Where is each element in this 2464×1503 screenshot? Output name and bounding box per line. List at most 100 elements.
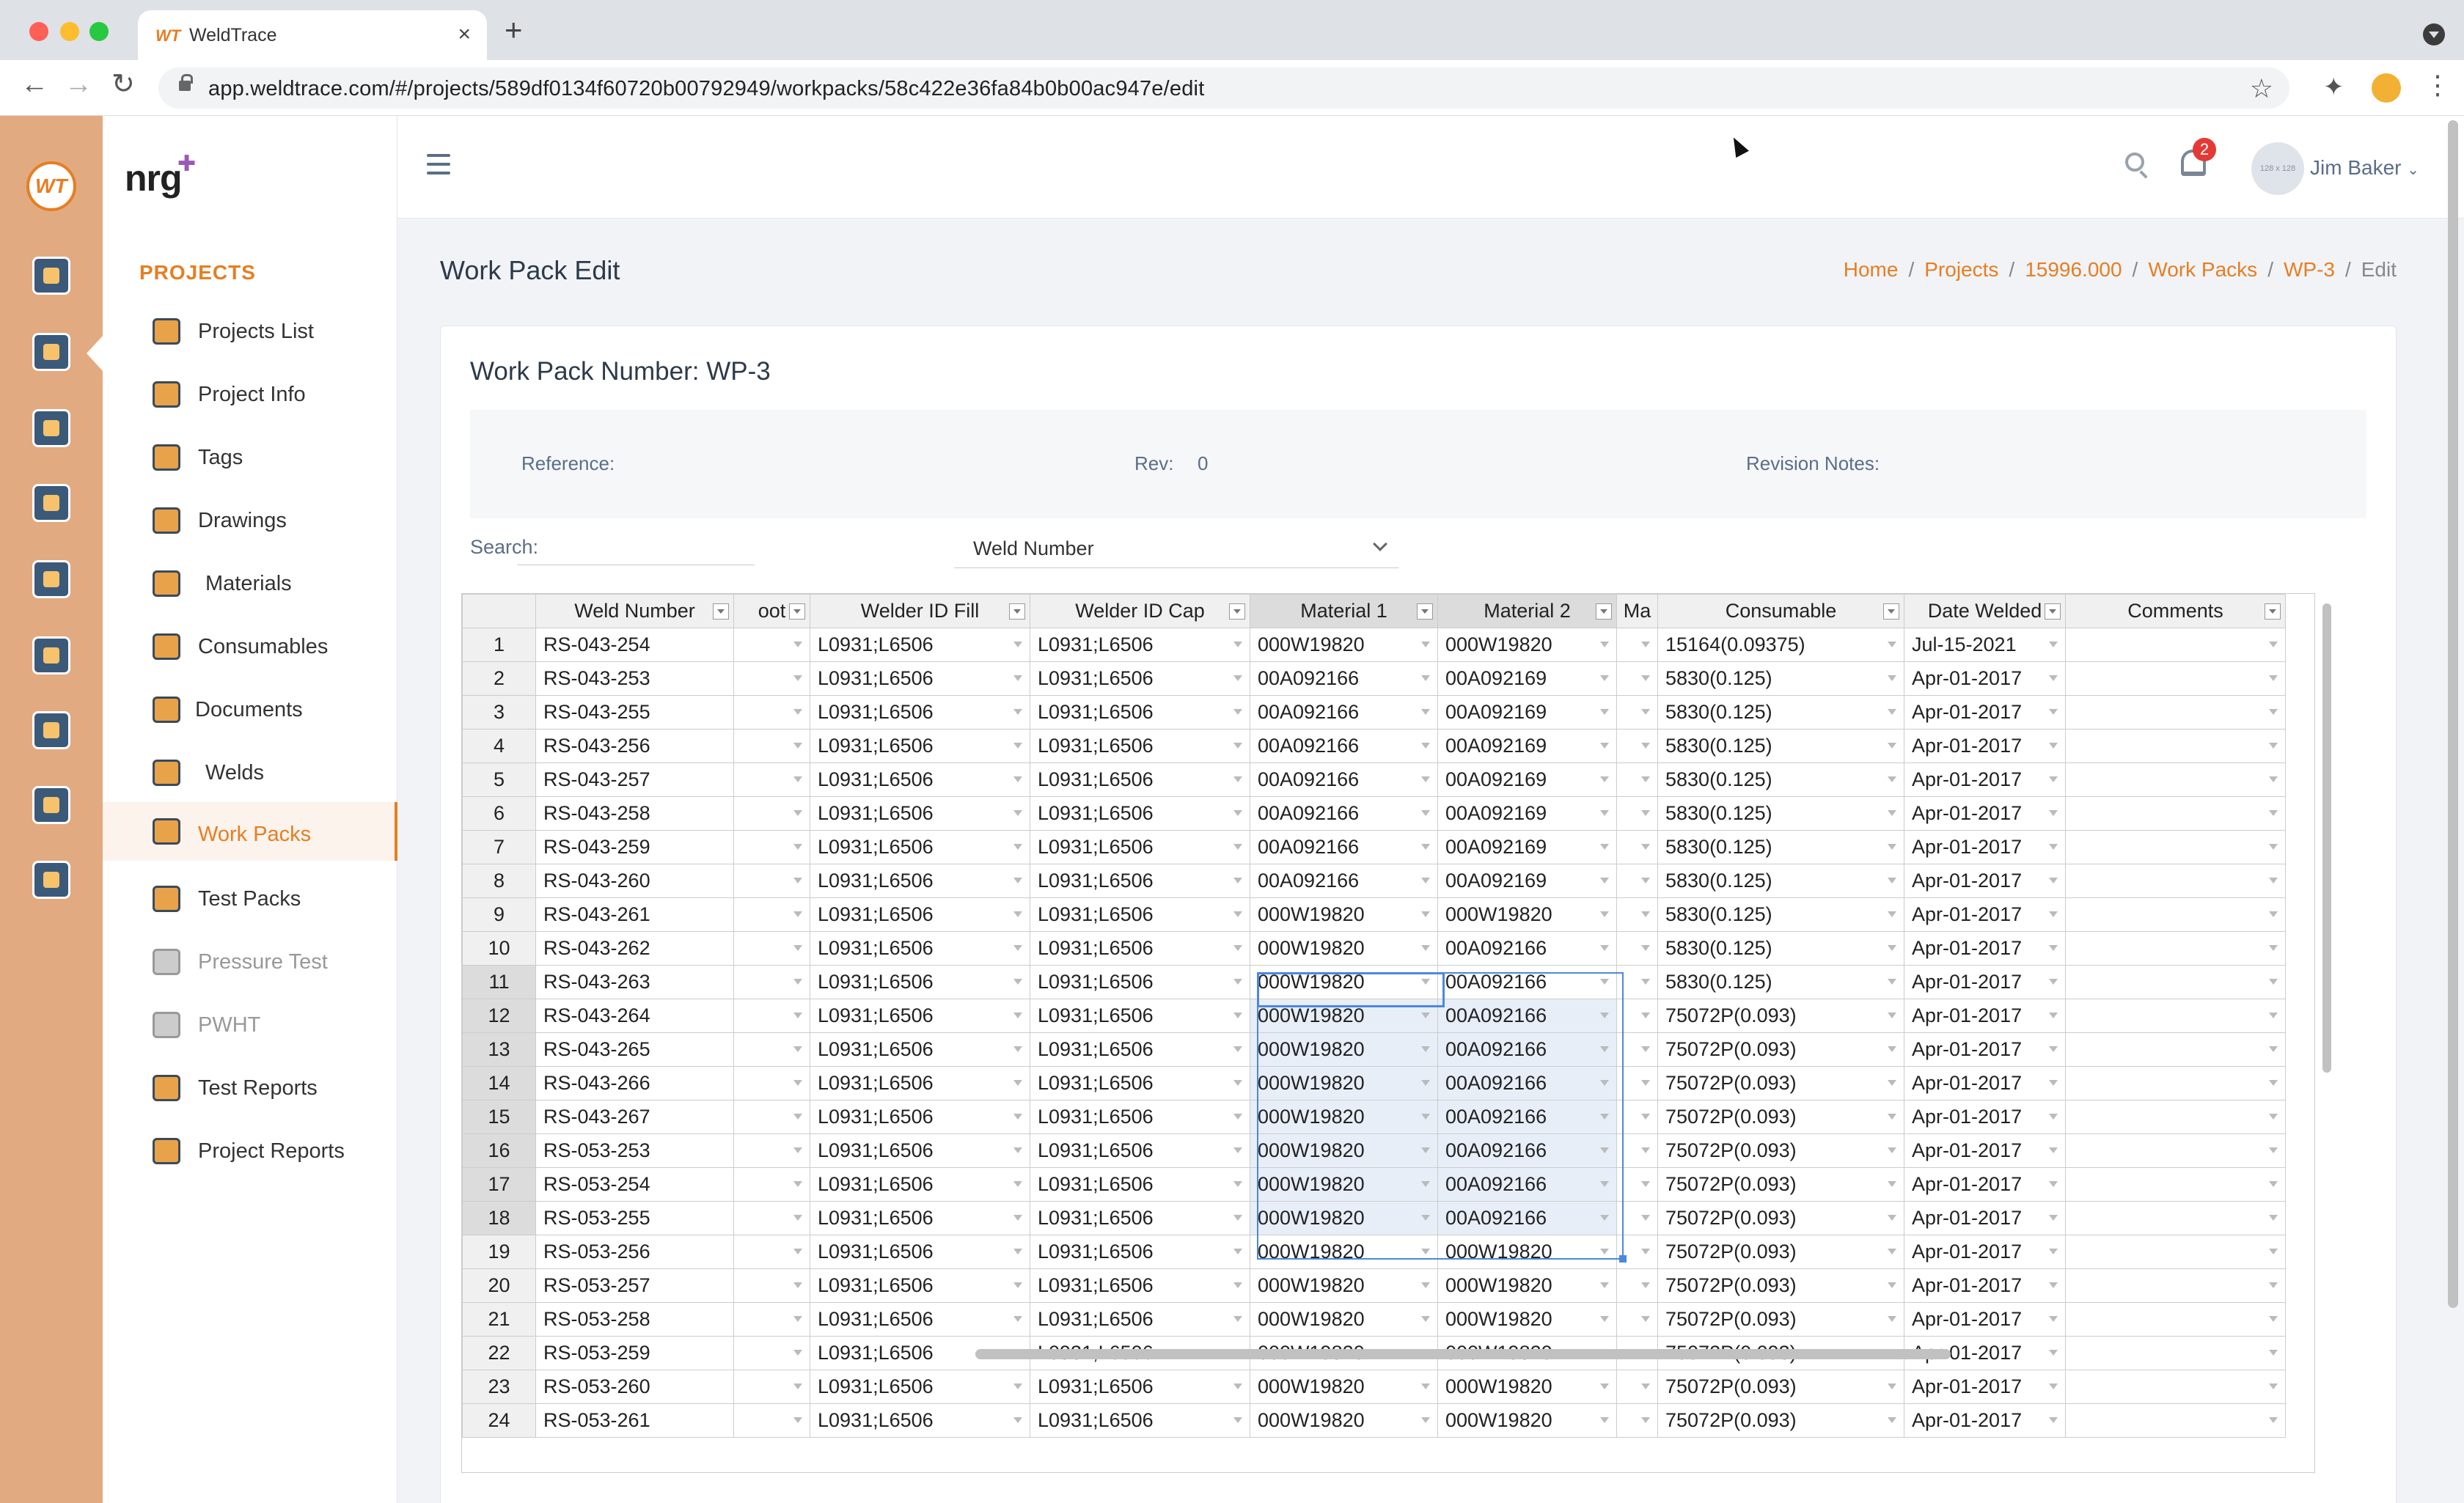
table-cell[interactable]: L0931;L6506: [810, 830, 1030, 864]
certificate-icon[interactable]: [32, 861, 70, 899]
cell-dropdown-icon[interactable]: [1421, 642, 1430, 647]
reload-icon[interactable]: ↻: [111, 70, 135, 98]
cell-dropdown-icon[interactable]: [1013, 675, 1022, 681]
table-cell[interactable]: RS-053-257: [535, 1268, 734, 1303]
cell-dropdown-icon[interactable]: [1888, 776, 1896, 782]
table-cell[interactable]: [1616, 830, 1658, 864]
table-cell[interactable]: Jul-15-2021: [1904, 628, 2066, 662]
cell-dropdown-icon[interactable]: [1641, 1282, 1650, 1288]
address-bar[interactable]: app.weldtrace.com/#/projects/589df0134f6…: [158, 67, 2289, 109]
table-row[interactable]: 19 RS-053-256 L0931;L6506 L0931;L6506 000W19…: [462, 1235, 2286, 1269]
table-row[interactable]: 11 RS-043-263 L0931;L6506 L0931;L6506 000W19…: [462, 965, 2286, 999]
cell-dropdown-icon[interactable]: [1233, 743, 1242, 749]
cell-dropdown-icon[interactable]: [1641, 979, 1650, 985]
table-cell[interactable]: L0931;L6506: [810, 1235, 1030, 1269]
table-cell[interactable]: [1616, 1268, 1658, 1303]
table-cell[interactable]: RS-043-267: [535, 1100, 734, 1134]
cell-dropdown-icon[interactable]: [2269, 1249, 2278, 1254]
table-cell[interactable]: 00A092166: [1437, 1133, 1617, 1168]
cell-dropdown-icon[interactable]: [1421, 1417, 1430, 1423]
table-cell[interactable]: L0931;L6506: [1030, 1100, 1250, 1134]
cell-dropdown-icon[interactable]: [1421, 945, 1430, 951]
cell-dropdown-icon[interactable]: [1013, 878, 1022, 883]
table-cell[interactable]: 5830(0.125): [1657, 965, 1904, 999]
cell-dropdown-icon[interactable]: [1421, 1383, 1430, 1389]
table-cell[interactable]: Apr-01-2017: [1904, 1268, 2066, 1303]
cell-dropdown-icon[interactable]: [2049, 878, 2058, 883]
table-cell[interactable]: [733, 1167, 810, 1202]
table-cell[interactable]: [2065, 1268, 2286, 1303]
table-cell[interactable]: L0931;L6506: [1030, 1370, 1250, 1404]
row-header[interactable]: 14: [462, 1066, 536, 1100]
table-cell[interactable]: [733, 999, 810, 1033]
cell-dropdown-icon[interactable]: [2049, 911, 2058, 917]
cell-dropdown-icon[interactable]: [2269, 1013, 2278, 1018]
column-filter-icon[interactable]: [1417, 603, 1433, 620]
cell-dropdown-icon[interactable]: [1641, 945, 1650, 951]
cell-dropdown-icon[interactable]: [1421, 911, 1430, 917]
table-cell[interactable]: [733, 762, 810, 797]
table-cell[interactable]: 00A092169: [1437, 695, 1617, 730]
table-cell[interactable]: Apr-01-2017: [1904, 931, 2066, 966]
table-cell[interactable]: 000W19820: [1437, 897, 1617, 932]
cell-dropdown-icon[interactable]: [793, 1383, 802, 1389]
cell-dropdown-icon[interactable]: [1013, 743, 1022, 749]
table-cell[interactable]: [2065, 729, 2286, 763]
cell-dropdown-icon[interactable]: [1421, 675, 1430, 681]
table-cell[interactable]: [733, 931, 810, 966]
cell-dropdown-icon[interactable]: [1421, 1080, 1430, 1086]
table-cell[interactable]: L0931;L6506: [1030, 1133, 1250, 1168]
breadcrumb-work-packs[interactable]: Work Packs: [2148, 258, 2257, 281]
cell-dropdown-icon[interactable]: [793, 945, 802, 951]
cell-dropdown-icon[interactable]: [2269, 1383, 2278, 1389]
table-cell[interactable]: L0931;L6506: [810, 1032, 1030, 1067]
table-cell[interactable]: 000W19820: [1437, 628, 1617, 662]
cell-dropdown-icon[interactable]: [2049, 709, 2058, 715]
cell-dropdown-icon[interactable]: [1013, 844, 1022, 850]
table-cell[interactable]: 00A092166: [1250, 796, 1438, 831]
table-cell[interactable]: 75072P(0.093): [1657, 1235, 1904, 1269]
breadcrumb-project[interactable]: 15996.000: [2025, 258, 2122, 281]
cell-dropdown-icon[interactable]: [1888, 709, 1896, 715]
table-cell[interactable]: [733, 1032, 810, 1067]
table-row[interactable]: 15 RS-043-267 L0931;L6506 L0931;L6506 000W19…: [462, 1100, 2286, 1134]
cell-dropdown-icon[interactable]: [1013, 1249, 1022, 1254]
table-cell[interactable]: [2065, 1235, 2286, 1269]
column-filter-icon[interactable]: [713, 603, 729, 620]
table-cell[interactable]: L0931;L6506: [1030, 729, 1250, 763]
table-cell[interactable]: 000W19820: [1250, 1100, 1438, 1134]
cell-dropdown-icon[interactable]: [1421, 810, 1430, 816]
table-cell[interactable]: L0931;L6506: [1030, 1302, 1250, 1337]
cell-dropdown-icon[interactable]: [2269, 743, 2278, 749]
cell-dropdown-icon[interactable]: [1641, 642, 1650, 647]
table-cell[interactable]: [733, 1100, 810, 1134]
table-cell[interactable]: [1616, 1167, 1658, 1202]
cell-dropdown-icon[interactable]: [1888, 911, 1896, 917]
cell-dropdown-icon[interactable]: [1600, 743, 1609, 749]
user-menu[interactable]: Jim Baker ⌄: [2310, 156, 2419, 180]
table-cell[interactable]: [1616, 1201, 1658, 1235]
cell-dropdown-icon[interactable]: [793, 709, 802, 715]
table-cell[interactable]: L0931;L6506: [810, 1268, 1030, 1303]
tab-search-icon[interactable]: [2423, 23, 2445, 45]
clipboard-timer-icon[interactable]: [32, 786, 70, 824]
cell-dropdown-icon[interactable]: [1888, 1383, 1896, 1389]
cell-dropdown-icon[interactable]: [1600, 675, 1609, 681]
table-cell[interactable]: Apr-01-2017: [1904, 695, 2066, 730]
table-cell[interactable]: [1616, 762, 1658, 797]
cell-dropdown-icon[interactable]: [1888, 878, 1896, 883]
table-cell[interactable]: 00A092166: [1437, 999, 1617, 1033]
welder-mask-icon[interactable]: [32, 484, 70, 522]
cell-dropdown-icon[interactable]: [793, 1181, 802, 1187]
table-cell[interactable]: 5830(0.125): [1657, 830, 1904, 864]
table-cell[interactable]: 000W19820: [1437, 1268, 1617, 1303]
cell-dropdown-icon[interactable]: [793, 1249, 802, 1254]
column-header[interactable]: Ma: [1616, 594, 1658, 628]
cell-dropdown-icon[interactable]: [2049, 1181, 2058, 1187]
table-cell[interactable]: 00A092166: [1250, 661, 1438, 696]
table-cell[interactable]: L0931;L6506: [810, 1133, 1030, 1168]
table-cell[interactable]: 00A092169: [1437, 762, 1617, 797]
cell-dropdown-icon[interactable]: [793, 1215, 802, 1221]
users-group-icon[interactable]: [32, 711, 70, 749]
table-cell[interactable]: L0931;L6506: [810, 762, 1030, 797]
